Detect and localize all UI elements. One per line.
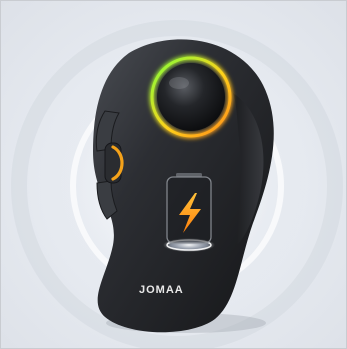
trackball[interactable] (157, 63, 225, 131)
battery-charging-icon (163, 173, 215, 252)
product-image-frame: JOMAA (0, 0, 347, 349)
side-scroll-wheel[interactable] (104, 142, 124, 184)
trackball-highlight (169, 77, 189, 89)
brand-logo-text: JOMAA (139, 284, 184, 296)
